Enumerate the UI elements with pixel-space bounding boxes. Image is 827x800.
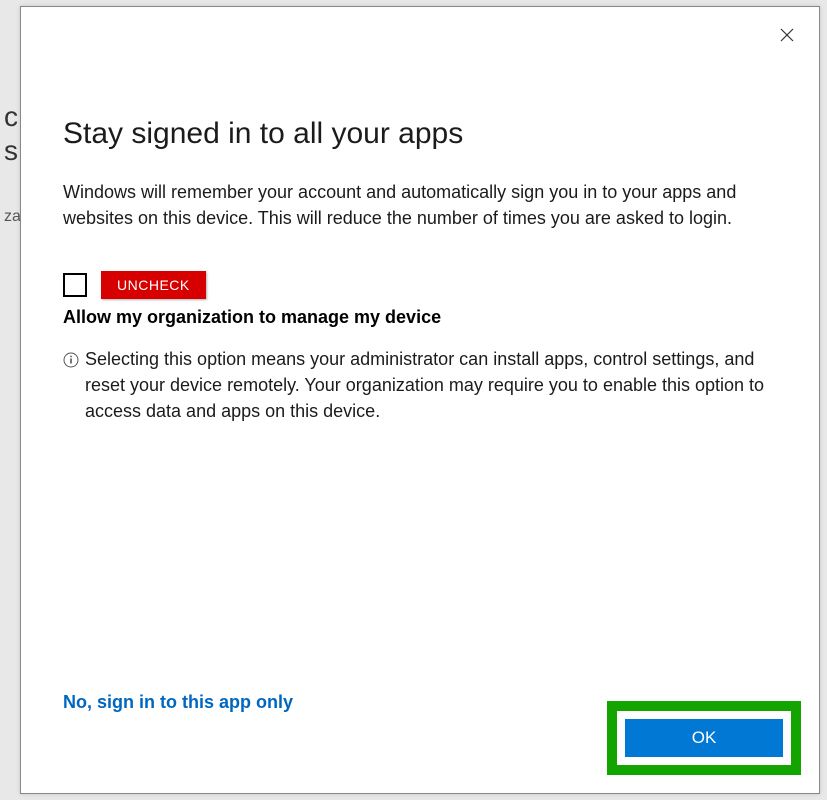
dialog-content: Stay signed in to all your apps Windows … bbox=[21, 7, 819, 424]
info-text: Selecting this option means your adminis… bbox=[85, 346, 777, 424]
dialog-description: Windows will remember your account and a… bbox=[63, 179, 777, 231]
ok-button[interactable]: OK bbox=[625, 719, 783, 757]
dialog-title: Stay signed in to all your apps bbox=[63, 117, 777, 151]
allow-manage-checkbox[interactable] bbox=[63, 273, 87, 297]
info-row: Selecting this option means your adminis… bbox=[63, 346, 777, 424]
close-icon bbox=[780, 28, 794, 42]
info-icon bbox=[63, 349, 79, 375]
uncheck-annotation-badge: UNCHECK bbox=[101, 271, 206, 299]
signin-app-only-link[interactable]: No, sign in to this app only bbox=[63, 692, 293, 713]
signin-dialog: Stay signed in to all your apps Windows … bbox=[20, 6, 820, 794]
ok-highlight-frame: OK bbox=[607, 701, 801, 775]
allow-manage-label: Allow my organization to manage my devic… bbox=[63, 307, 777, 328]
close-button[interactable] bbox=[775, 23, 799, 47]
checkbox-row: UNCHECK bbox=[63, 271, 777, 299]
